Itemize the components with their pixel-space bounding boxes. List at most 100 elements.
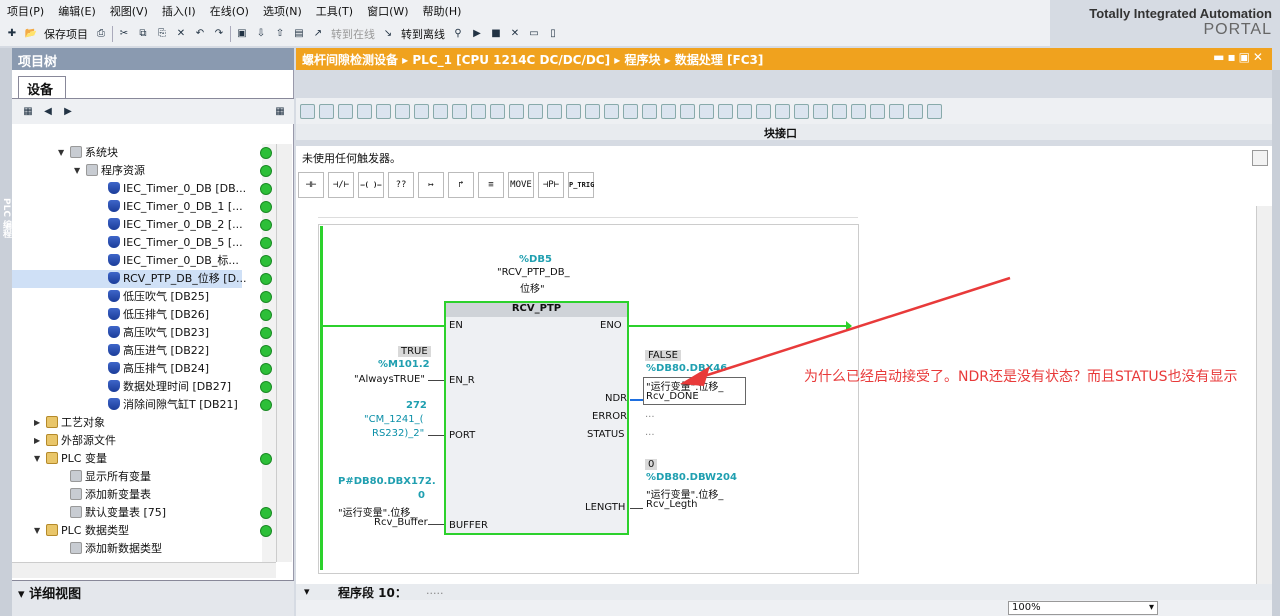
chevron-right-icon[interactable]: ▶ xyxy=(34,414,40,432)
editor-tool-icon[interactable] xyxy=(300,103,315,119)
editor-tool-icon[interactable] xyxy=(623,103,638,119)
editor-tool-icon[interactable] xyxy=(585,103,600,119)
editor-tool-icon[interactable] xyxy=(471,103,486,119)
new-project-icon[interactable]: ✚ xyxy=(4,26,20,42)
tree-view-icon[interactable]: ▦ xyxy=(20,104,36,120)
editor-tool-icon[interactable] xyxy=(851,103,866,119)
close-online-icon[interactable]: ✕ xyxy=(507,26,523,42)
chevron-down-icon[interactable]: ▼ xyxy=(34,522,40,540)
ladder-button[interactable]: MOVE xyxy=(508,172,534,198)
open-project-icon[interactable]: 📂 xyxy=(23,26,39,42)
start-cpu-icon[interactable]: ▶ xyxy=(469,26,485,42)
tree-item[interactable]: 高压进气 [DB22] xyxy=(108,342,209,360)
editor-tool-icon[interactable] xyxy=(908,103,923,119)
port-name-1[interactable]: "CM_1241_( xyxy=(364,414,424,425)
undo-icon[interactable]: ↶ xyxy=(192,26,208,42)
split-horizontal-icon[interactable]: ▭ xyxy=(526,26,542,42)
chevron-down-icon[interactable]: ▼ xyxy=(34,450,40,468)
editor-tool-icon[interactable] xyxy=(433,103,448,119)
goto-online-button[interactable]: 转到在线 xyxy=(329,26,377,42)
tree-item[interactable]: 低压排气 [DB26] xyxy=(108,306,209,324)
editor-tool-icon[interactable] xyxy=(604,103,619,119)
download-icon[interactable]: ⇩ xyxy=(253,26,269,42)
editor-tool-icon[interactable] xyxy=(889,103,904,119)
tree-item[interactable]: ▼ PLC 变量 xyxy=(34,450,107,468)
left-side-strip[interactable]: PLC 编程 xyxy=(0,48,12,616)
ladder-button[interactable]: ⊣/⊢ xyxy=(328,172,354,198)
tree-item[interactable]: ▼ 程序资源 xyxy=(74,162,145,180)
network-10-header[interactable]: ▾ 程序段 10： ..... xyxy=(296,584,1272,600)
tree-item[interactable]: ▶ 外部源文件 xyxy=(34,432,116,450)
ladder-button[interactable]: P_TRIG xyxy=(568,172,594,198)
tree-item[interactable]: ▼ 系统块 xyxy=(58,144,118,162)
accessible-devices-icon[interactable]: ⚲ xyxy=(450,26,466,42)
editor-tool-icon[interactable] xyxy=(490,103,505,119)
cut-icon[interactable]: ✂ xyxy=(116,26,132,42)
tree-item[interactable]: 显示所有变量 xyxy=(70,468,151,486)
ladder-button[interactable]: ?? xyxy=(388,172,414,198)
ladder-button[interactable]: ↱ xyxy=(448,172,474,198)
compile-icon[interactable]: ▣ xyxy=(234,26,250,42)
menu-item[interactable]: 视图(V) xyxy=(103,3,155,19)
tree-item[interactable]: IEC_Timer_0_DB_5 [... xyxy=(108,234,243,252)
editor-tool-icon[interactable] xyxy=(528,103,543,119)
editor-tool-icon[interactable] xyxy=(718,103,733,119)
menu-item[interactable]: 窗口(W) xyxy=(360,3,415,19)
tree-item[interactable]: ▶ 工艺对象 xyxy=(34,414,105,432)
tree-item[interactable]: 添加新变量表 xyxy=(70,486,151,504)
tree-item[interactable]: 数据处理时间 [DB27] xyxy=(108,378,231,396)
editor-tool-icon[interactable] xyxy=(737,103,752,119)
editor-tool-icon[interactable] xyxy=(357,103,372,119)
chevron-down-icon[interactable]: ▼ xyxy=(58,144,64,162)
ladder-button[interactable]: ↦ xyxy=(418,172,444,198)
editor-tool-icon[interactable] xyxy=(813,103,828,119)
stop-cpu-icon[interactable]: ■ xyxy=(488,26,504,42)
editor-tool-icon[interactable] xyxy=(832,103,847,119)
menu-item[interactable]: 选项(N) xyxy=(256,3,309,19)
tree-item[interactable]: 消除间隙气缸T [DB21] xyxy=(108,396,238,414)
menu-item[interactable]: 编辑(E) xyxy=(51,3,103,19)
tree-horizontal-scrollbar[interactable] xyxy=(12,562,276,578)
ladder-button[interactable]: –( )– xyxy=(358,172,384,198)
goto-online-icon[interactable]: ↗ xyxy=(310,26,326,42)
delete-icon[interactable]: ✕ xyxy=(173,26,189,42)
editor-tool-icon[interactable] xyxy=(642,103,657,119)
ladder-button[interactable]: ⊣P⊢ xyxy=(538,172,564,198)
properties-icon[interactable]: ▦ xyxy=(272,104,288,120)
zoom-select[interactable]: 100% ▾ xyxy=(1008,601,1158,615)
redo-icon[interactable]: ↷ xyxy=(211,26,227,42)
editor-tool-icon[interactable] xyxy=(395,103,410,119)
editor-tool-icon[interactable] xyxy=(566,103,581,119)
editor-tool-icon[interactable] xyxy=(452,103,467,119)
paste-icon[interactable]: ⎘ xyxy=(154,26,170,42)
simulate-icon[interactable]: ▤ xyxy=(291,26,307,42)
tree-item[interactable]: IEC_Timer_0_DB_2 [... xyxy=(108,216,243,234)
editor-tool-icon[interactable] xyxy=(376,103,391,119)
split-vertical-icon[interactable]: ▯ xyxy=(545,26,561,42)
editor-tool-icon[interactable] xyxy=(756,103,771,119)
tree-item[interactable]: IEC_Timer_0_DB [DB... xyxy=(108,180,246,198)
ladder-button[interactable]: ⊣⊢ xyxy=(298,172,324,198)
back-icon[interactable]: ◀ xyxy=(40,104,56,120)
editor-tool-icon[interactable] xyxy=(319,103,334,119)
goto-offline-icon[interactable]: ↘ xyxy=(380,26,396,42)
block-interface-bar[interactable]: 块接口 xyxy=(296,124,1272,140)
editor-tool-icon[interactable] xyxy=(699,103,714,119)
editor-tool-icon[interactable] xyxy=(414,103,429,119)
editor-tool-icon[interactable] xyxy=(775,103,790,119)
en-r-name[interactable]: "AlwaysTRUE" xyxy=(354,374,425,385)
menu-item[interactable]: 插入(I) xyxy=(155,3,203,19)
tree-item[interactable]: RCV_PTP_DB_位移 [D... xyxy=(12,270,247,288)
goto-offline-button[interactable]: 转到离线 xyxy=(399,26,447,42)
tab-devices[interactable]: 设备 xyxy=(18,76,66,98)
upload-icon[interactable]: ⇧ xyxy=(272,26,288,42)
editor-tool-icon[interactable] xyxy=(661,103,676,119)
tree-item[interactable]: ▼ PLC 数据类型 xyxy=(34,522,129,540)
menu-item[interactable]: 帮助(H) xyxy=(416,3,469,19)
comment-row[interactable] xyxy=(318,204,858,218)
editor-tool-icon[interactable] xyxy=(547,103,562,119)
chevron-right-icon[interactable]: ▶ xyxy=(34,432,40,450)
window-controls[interactable]: ▬▪▣✕ xyxy=(1213,50,1266,64)
menu-item[interactable]: 在线(O) xyxy=(203,3,256,19)
ladder-button[interactable]: ≡ xyxy=(478,172,504,198)
